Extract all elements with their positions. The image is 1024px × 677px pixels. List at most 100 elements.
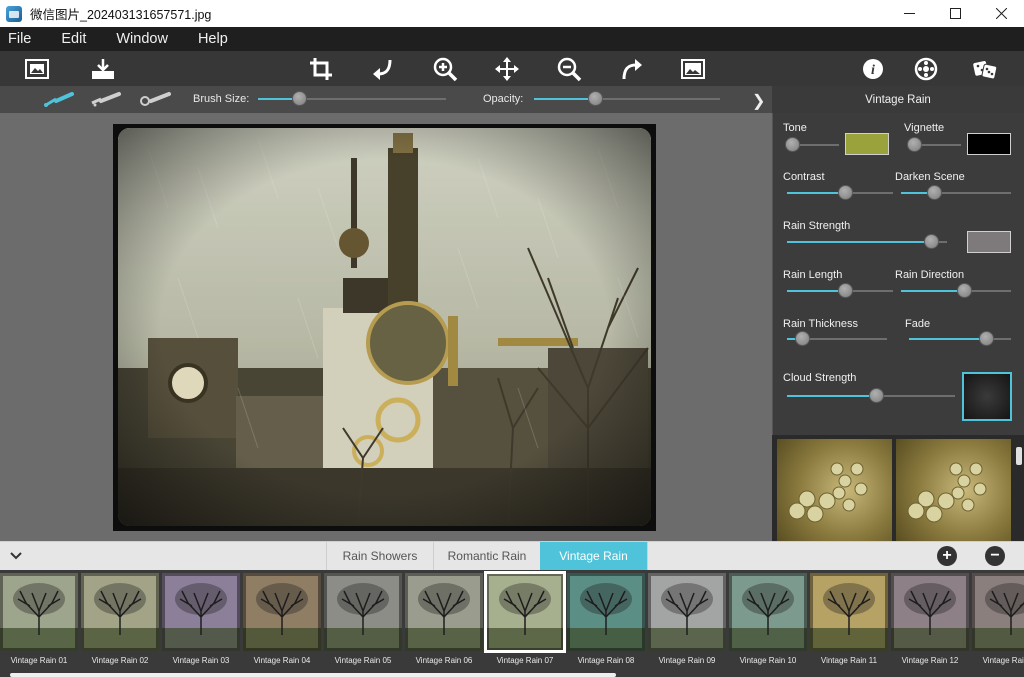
rain-color-swatch[interactable] — [967, 231, 1011, 253]
preset-label: Vintage Rain 03 — [172, 656, 230, 665]
grapes-image — [907, 462, 987, 523]
effect-settings-panel: Tone Vignette Contrast Darken Scene Rain… — [772, 113, 1024, 435]
minimize-button[interactable] — [886, 0, 932, 27]
contrast-slider[interactable] — [787, 185, 893, 200]
filmstrip-scrollbar[interactable] — [10, 673, 616, 677]
preset-thumbnail[interactable]: Vintage Rain 13 — [972, 573, 1024, 665]
slider-knob[interactable] — [785, 137, 800, 152]
vignette-label: Vignette — [904, 122, 945, 134]
maximize-button[interactable] — [932, 0, 978, 27]
chevron-right-icon[interactable]: ❯ — [752, 91, 765, 111]
menu-file[interactable]: File — [0, 31, 39, 47]
menu-edit[interactable]: Edit — [53, 31, 94, 47]
move-button[interactable] — [492, 55, 522, 83]
tab-rain-showers[interactable]: Rain Showers — [326, 542, 433, 570]
preset-thumbnail[interactable]: Vintage Rain 09 — [648, 573, 726, 665]
slider-knob[interactable] — [907, 137, 922, 152]
preview-scrollbar[interactable] — [1016, 447, 1022, 465]
preset-thumbnail[interactable]: Vintage Rain 01 — [0, 573, 78, 665]
slider-knob[interactable] — [979, 331, 994, 346]
app-logo-icon — [6, 5, 22, 22]
info-button[interactable]: i — [858, 55, 888, 83]
zoom-out-button[interactable] — [554, 55, 584, 83]
redo-button[interactable] — [616, 55, 646, 83]
photo-scene — [118, 128, 651, 526]
chevron-down-icon[interactable] — [8, 548, 24, 564]
edited-photo[interactable] — [118, 128, 651, 526]
preset-thumbnail[interactable]: Vintage Rain 08 — [567, 573, 645, 665]
save-button[interactable] — [88, 55, 118, 83]
slider-knob[interactable] — [924, 234, 939, 249]
cloud-texture-thumb[interactable] — [962, 372, 1012, 421]
save-download-icon — [92, 59, 114, 79]
open-image-button[interactable] — [22, 55, 52, 83]
preset-label: Vintage Rain 06 — [415, 656, 473, 665]
slider-knob[interactable] — [838, 283, 853, 298]
preset-image — [484, 571, 566, 653]
menu-help[interactable]: Help — [190, 31, 236, 47]
preset-thumbnail[interactable]: Vintage Rain 07 — [484, 571, 566, 665]
close-button[interactable] — [978, 0, 1024, 27]
main-toolbar: i — [0, 51, 1024, 86]
tone-color-swatch[interactable] — [845, 133, 889, 155]
slider-knob[interactable] — [927, 185, 942, 200]
slider-knob[interactable] — [838, 185, 853, 200]
preset-image — [0, 573, 78, 651]
tab-vintage-rain[interactable]: Vintage Rain — [540, 542, 647, 570]
preset-thumbnail[interactable]: Vintage Rain 02 — [81, 573, 159, 665]
crop-button[interactable] — [306, 55, 336, 83]
contrast-label: Contrast — [783, 171, 825, 183]
preset-thumbnail[interactable]: Vintage Rain 10 — [729, 573, 807, 665]
texture-preview[interactable] — [777, 439, 892, 541]
minimize-icon — [903, 13, 915, 14]
menu-window[interactable]: Window — [108, 31, 176, 47]
preset-thumbnail[interactable]: Vintage Rain 12 — [891, 573, 969, 665]
brush-reset-button[interactable] — [139, 89, 173, 111]
rain-thickness-label: Rain Thickness — [783, 318, 858, 330]
preset-image — [810, 573, 888, 651]
slider-knob[interactable] — [292, 91, 307, 106]
preset-thumbnail[interactable]: Vintage Rain 05 — [324, 573, 402, 665]
texture-preview[interactable] — [896, 439, 1011, 541]
random-dice-button[interactable] — [970, 55, 1000, 83]
rain-thickness-slider[interactable] — [787, 331, 887, 346]
opacity-slider[interactable] — [534, 91, 720, 106]
preset-thumbnail[interactable]: Vintage Rain 03 — [162, 573, 240, 665]
preset-label: Vintage Rain 02 — [91, 656, 149, 665]
remove-preset-button[interactable]: − — [985, 546, 1005, 566]
undo-button[interactable] — [368, 55, 398, 83]
canvas-area[interactable] — [0, 113, 772, 541]
add-preset-button[interactable]: + — [937, 546, 957, 566]
tone-slider[interactable] — [785, 137, 839, 152]
brush-size-slider[interactable] — [258, 91, 446, 106]
brush-options-bar: Brush Size: Opacity: ❯ — [0, 86, 772, 113]
preset-filmstrip: Vintage Rain 01 Vintage Rain 02 Vintage Ra… — [0, 570, 1024, 677]
preset-label: Vintage Rain 08 — [577, 656, 635, 665]
slider-knob[interactable] — [957, 283, 972, 298]
settings-wheel-button[interactable] — [911, 55, 941, 83]
grapes-image — [788, 462, 868, 523]
brush-paint-button[interactable] — [42, 89, 76, 111]
darken-scene-slider[interactable] — [901, 185, 1011, 200]
slider-knob[interactable] — [869, 388, 884, 403]
photo-frame — [113, 124, 656, 531]
vignette-color-swatch[interactable] — [967, 133, 1011, 155]
preset-thumbnail[interactable]: Vintage Rain 11 — [810, 573, 888, 665]
cloud-strength-slider[interactable] — [787, 388, 955, 403]
fade-slider[interactable] — [909, 331, 1011, 346]
rain-direction-slider[interactable] — [901, 283, 1011, 298]
preset-thumbnail[interactable]: Vintage Rain 04 — [243, 573, 321, 665]
preset-label: Vintage Rain 07 — [496, 656, 554, 665]
fit-image-icon — [681, 59, 705, 79]
slider-knob[interactable] — [795, 331, 810, 346]
preset-image — [324, 573, 402, 651]
zoom-in-button[interactable] — [430, 55, 460, 83]
vignette-slider[interactable] — [907, 137, 961, 152]
preset-thumbnail[interactable]: Vintage Rain 06 — [405, 573, 483, 665]
brush-erase-button[interactable] — [89, 89, 123, 111]
slider-knob[interactable] — [588, 91, 603, 106]
fit-image-button[interactable] — [678, 55, 708, 83]
rain-strength-slider[interactable] — [787, 234, 947, 249]
tab-romantic-rain[interactable]: Romantic Rain — [433, 542, 540, 570]
rain-length-slider[interactable] — [787, 283, 893, 298]
